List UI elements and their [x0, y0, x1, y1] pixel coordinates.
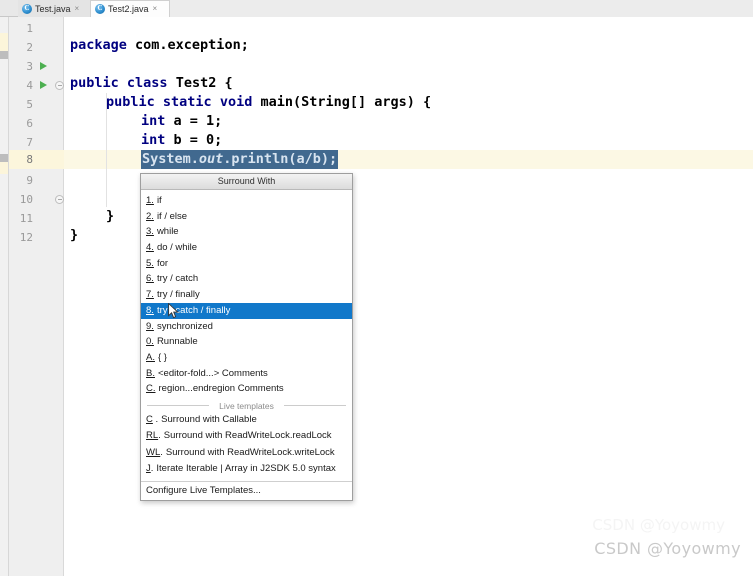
code-line-8-selected[interactable]: System.out.println(a/b);	[141, 150, 339, 169]
code-line-1: package com.exception;	[70, 37, 249, 53]
code-line-11: }	[70, 227, 79, 243]
gutter-line-4: 4	[9, 76, 64, 95]
marker-band	[0, 33, 8, 51]
divider-line-right	[284, 404, 346, 406]
gutter-line-10: 10	[9, 190, 64, 209]
tab-test2-java[interactable]: Test2.java ×	[90, 0, 170, 17]
watermark-ghost: CSDN @Yoyowmy	[592, 516, 725, 534]
java-class-icon	[22, 3, 32, 14]
gutter-line-2: 2	[26, 41, 33, 54]
divider-line-left	[147, 404, 209, 406]
editor-marker-strip[interactable]	[0, 17, 9, 576]
marker-square[interactable]	[0, 154, 8, 162]
java-class-icon	[95, 3, 105, 14]
editor-gutter[interactable]: 1 2 3 4 5 6 7 9 10 11 12	[9, 17, 64, 576]
popup-item-synchronized[interactable]: 9. synchronized	[141, 319, 352, 335]
popup-item-while[interactable]: 3. while	[141, 224, 352, 240]
marker-square[interactable]	[0, 51, 8, 59]
close-icon[interactable]: ×	[153, 5, 158, 13]
gutter-line-5: 5	[26, 98, 33, 111]
popup-item-region[interactable]: C. region...endregion Comments	[141, 381, 352, 397]
popup-item-do-while[interactable]: 4. do / while	[141, 240, 352, 256]
popup-item-try-catch-finally[interactable]: 8. try / catch / finally	[141, 302, 352, 319]
collapse-fold-icon[interactable]	[55, 81, 64, 90]
collapse-fold-icon[interactable]	[55, 195, 64, 204]
code-line-6: int b = 0;	[141, 132, 223, 148]
code-line-4: public static void main(String[] args) {	[106, 94, 432, 110]
gutter-line-1: 1	[26, 22, 33, 35]
run-arrow-icon[interactable]	[40, 62, 47, 70]
popup-item-if[interactable]: 1. if	[141, 193, 352, 209]
gutter-line-11: 11	[19, 212, 33, 225]
popup-item-for[interactable]: 5. for	[141, 256, 352, 272]
gutter-current-line-highlight: 8	[9, 150, 64, 169]
live-templates-list[interactable]: C . Surround with Callable RL. Surround wi…	[141, 412, 352, 481]
close-icon[interactable]: ×	[75, 4, 80, 13]
gutter-line-12: 12	[19, 231, 33, 244]
watermark: CSDN @Yoyowmy	[594, 539, 741, 558]
popup-item-runnable[interactable]: 0. Runnable	[141, 334, 352, 350]
gutter-line-9: 9	[26, 174, 33, 187]
popup-item-editor-fold[interactable]: B. <editor-fold...> Comments	[141, 366, 352, 382]
popup-item-try-finally[interactable]: 7. try / finally	[141, 287, 352, 303]
popup-item-if-else[interactable]: 2. if / else	[141, 209, 352, 225]
code-line-5: int a = 1;	[141, 113, 223, 129]
gutter-line-3: 3	[9, 57, 64, 76]
tab-test-java[interactable]: Test.java ×	[18, 0, 90, 17]
popup-item-braces[interactable]: A.{ }	[141, 350, 352, 366]
surround-with-popup[interactable]: Surround With 1. if 2. if / else 3. while 4…	[140, 173, 353, 501]
template-item-readlock[interactable]: RL. Surround with ReadWriteLock.readLock	[141, 428, 352, 444]
run-arrow-icon[interactable]	[40, 81, 47, 89]
template-item-callable[interactable]: C . Surround with Callable	[141, 412, 352, 428]
template-item-writelock[interactable]: WL. Surround with ReadWriteLock.writeLock	[141, 445, 352, 461]
popup-item-try-catch[interactable]: 6. try / catch	[141, 271, 352, 287]
gutter-line-6: 6	[26, 117, 33, 130]
template-item-iterate[interactable]: J. Iterate Iterable | Array in J2SDK 5.0 …	[141, 461, 352, 477]
tab-label: Test.java	[35, 3, 71, 14]
gutter-line-8: 8	[26, 153, 33, 166]
tab-label: Test2.java	[108, 4, 149, 14]
section-label: Live templates	[219, 400, 274, 411]
code-line-3: public class Test2 {	[70, 75, 233, 91]
marker-band	[0, 162, 8, 174]
live-templates-section-divider: Live templates	[141, 400, 352, 411]
popup-title: Surround With	[141, 174, 352, 190]
tab-bar-empty-area	[170, 0, 753, 17]
surround-with-options-list[interactable]: 1. if 2. if / else 3. while 4. do / while 5.…	[141, 190, 352, 399]
code-line-10: }	[106, 208, 115, 224]
configure-live-templates-link[interactable]: Configure Live Templates...	[141, 480, 352, 500]
editor-tab-bar: Test.java × Test2.java ×	[0, 0, 753, 17]
